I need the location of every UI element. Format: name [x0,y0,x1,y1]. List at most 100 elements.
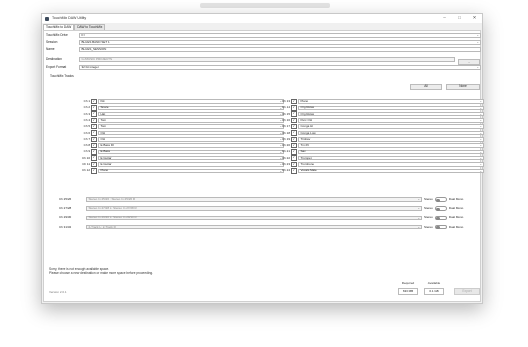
track-checkbox[interactable]: ✓ [291,136,297,143]
track-checkbox[interactable]: ✓ [91,142,97,149]
chevron-down-icon: ⌄ [476,33,479,38]
track-checkbox[interactable]: ✓ [291,161,297,168]
stereo-source-select[interactable]: 2-Track L: 2-Track R ⌄ [86,224,422,230]
stereo-dual-mono-toggle[interactable] [434,206,447,211]
track-checkbox[interactable]: ✓ [291,142,297,149]
track-source-value: Kik [100,99,105,103]
track-channel-label: Ch 18 [281,130,290,135]
track-source-select[interactable]: E.Bass DI ⌄ [98,143,284,148]
track-checkbox[interactable]: ✓ [91,130,97,136]
track-checkbox[interactable]: ✓ [91,111,97,117]
chevron-down-icon: ⌄ [479,143,482,148]
track-source-select[interactable]: Piano ⌄ [298,99,484,104]
track-checkbox[interactable]: ✓ [291,168,297,174]
select-none-button[interactable]: None [446,84,480,90]
stereo-dual-mono-toggle[interactable] [434,215,447,221]
track-source-select[interactable]: Kik ⌄ [98,99,284,104]
track-checkbox[interactable]: ✓ [91,149,97,155]
track-source-value: Piano [300,99,309,103]
stereo-channel-label: Ch 25/26 [59,197,72,201]
export-format-row: Export Format 32 bit integer ⌄ [46,65,481,70]
stereo-dual-mono-toggle[interactable] [434,224,447,230]
track-checkbox[interactable]: ✓ [91,117,97,124]
maximize-icon[interactable]: □ [452,16,467,21]
track-checkbox[interactable]: ✓ [291,155,297,161]
chevron-down-icon: ⌄ [479,149,482,154]
track-source-select[interactable]: OH ⌄ [98,130,284,136]
chevron-down-icon: ⌄ [479,162,482,167]
track-source-select[interactable]: Tom ⌄ [98,124,284,129]
track-row: Ch 18 ✓ Conga Low ⌄ [270,130,484,136]
track-source-select[interactable]: Vocals Male ⌄ [298,168,484,174]
stereo-dual-mono-toggle[interactable] [434,197,447,202]
track-checkbox[interactable]: ✓ [291,111,297,117]
chevron-down-icon: ⌄ [476,40,479,45]
track-row: Ch 16 ✓ Perc OH ⌄ [270,117,484,124]
select-all-button[interactable]: All [410,84,442,90]
track-source-select[interactable]: E.Guitar ⌄ [98,155,284,161]
stereo-source-select[interactable]: Stereo In 25/26 : Stereo In 25/26 R ⌄ [86,197,422,202]
track-source-select[interactable]: Timbav ⌄ [298,137,484,142]
name-input[interactable]: BLUES_SESSION [79,47,481,52]
track-source-select[interactable]: Perc OH ⌄ [298,118,484,123]
track-source-select[interactable]: Tm.Pc ⌄ [298,143,484,148]
dual-mono-label: Dual Mono [448,224,464,229]
track-source-select[interactable]: Snare ⌄ [98,105,284,111]
export-format-select[interactable]: 32 bit integer ⌄ [79,65,481,70]
track-row: Ch 6 ✓ OH ⌄ [70,130,284,136]
track-row: Ch 1 ✓ Kik ⌄ [70,98,284,105]
track-row: Ch 4 ✓ Tom ⌄ [70,117,284,124]
stereo-source-select[interactable]: Stereo In 29/30 L: Stereo In 29/30 R ⌄ [86,215,422,221]
track-checkbox[interactable]: ✓ [291,117,297,124]
track-checkbox[interactable]: ✓ [91,105,97,111]
track-checkbox[interactable]: ✓ [291,123,297,130]
stereo-source-select[interactable]: Stereo In 27/28 L: Stereo In 27/28 R ⌄ [86,206,422,211]
track-row: Ch 8 ✓ E.Bass DI ⌄ [70,142,284,149]
export-button[interactable]: Export [454,288,480,295]
track-channel-label: Ch 10 [81,155,90,160]
track-row: Ch 14 ✓ Org Rotax ⌄ [270,105,484,111]
track-source-value: OH [100,136,106,141]
destination-input[interactable]: G:/MUSIC PROJECTS [79,57,455,62]
track-checkbox[interactable]: ✓ [291,149,297,155]
track-source-select[interactable]: Tom ⌄ [98,118,284,123]
track-checkbox[interactable]: ✓ [91,123,97,130]
track-source-select[interactable]: Hat ⌄ [98,111,284,117]
track-source-select[interactable]: Org Rotax ⌄ [298,111,484,117]
track-checkbox[interactable]: ✓ [291,130,297,136]
track-checkbox[interactable]: ✓ [291,98,297,105]
stereo-channel-label: Ch 27/28 [59,206,72,211]
track-row: Ch 19 ✓ Timbav ⌄ [270,136,484,143]
stereo-channel-label: Ch 31/32 [59,224,72,229]
track-source-select[interactable]: Trumpet ⌄ [298,155,484,161]
close-icon[interactable]: ✕ [467,16,482,21]
track-checkbox[interactable]: ✓ [91,136,97,143]
name-row: Name BLUES_SESSION [46,47,481,52]
track-channel-label: Ch 5 [83,124,90,129]
track-source-select[interactable]: OH ⌄ [98,137,284,142]
track-checkbox[interactable]: ✓ [91,161,97,168]
track-source-value: Conga Low [300,130,316,135]
chevron-down-icon: ⌄ [479,99,482,104]
track-source-select[interactable]: E.Bass ⌄ [98,149,284,155]
track-source-select[interactable]: Conga Hi ⌄ [298,124,484,129]
track-checkbox[interactable]: ✓ [91,155,97,161]
track-row: Ch 20 ✓ Tm.Pc ⌄ [270,142,484,149]
session-select[interactable]: BLUES BAND SET 1 ⌄ [79,40,481,45]
minimize-icon[interactable]: – [437,16,452,21]
track-source-select[interactable]: Piano ⌄ [98,168,284,174]
track-checkbox[interactable]: ✓ [91,168,97,174]
track-channel-label: Ch 12 [81,168,90,173]
track-source-select[interactable]: E.Guitar ⌄ [98,162,284,167]
track-checkbox[interactable]: ✓ [91,98,97,105]
track-source-select[interactable]: Sax ⌄ [298,149,484,155]
track-channel-label: Ch 20 [281,143,290,148]
track-source-select[interactable]: Conga Low ⌄ [298,130,484,136]
touchmix-drive-select[interactable]: F:/ ⌄ [79,33,481,38]
track-source-select[interactable]: Org Rotax ⌄ [298,105,484,111]
track-channel-label: Ch 9 [83,149,90,154]
track-channel-label: Ch 2 [83,105,90,110]
track-source-select[interactable]: Trombone ⌄ [298,162,484,167]
track-checkbox[interactable]: ✓ [291,105,297,111]
track-source-value: Trombone [300,162,315,166]
